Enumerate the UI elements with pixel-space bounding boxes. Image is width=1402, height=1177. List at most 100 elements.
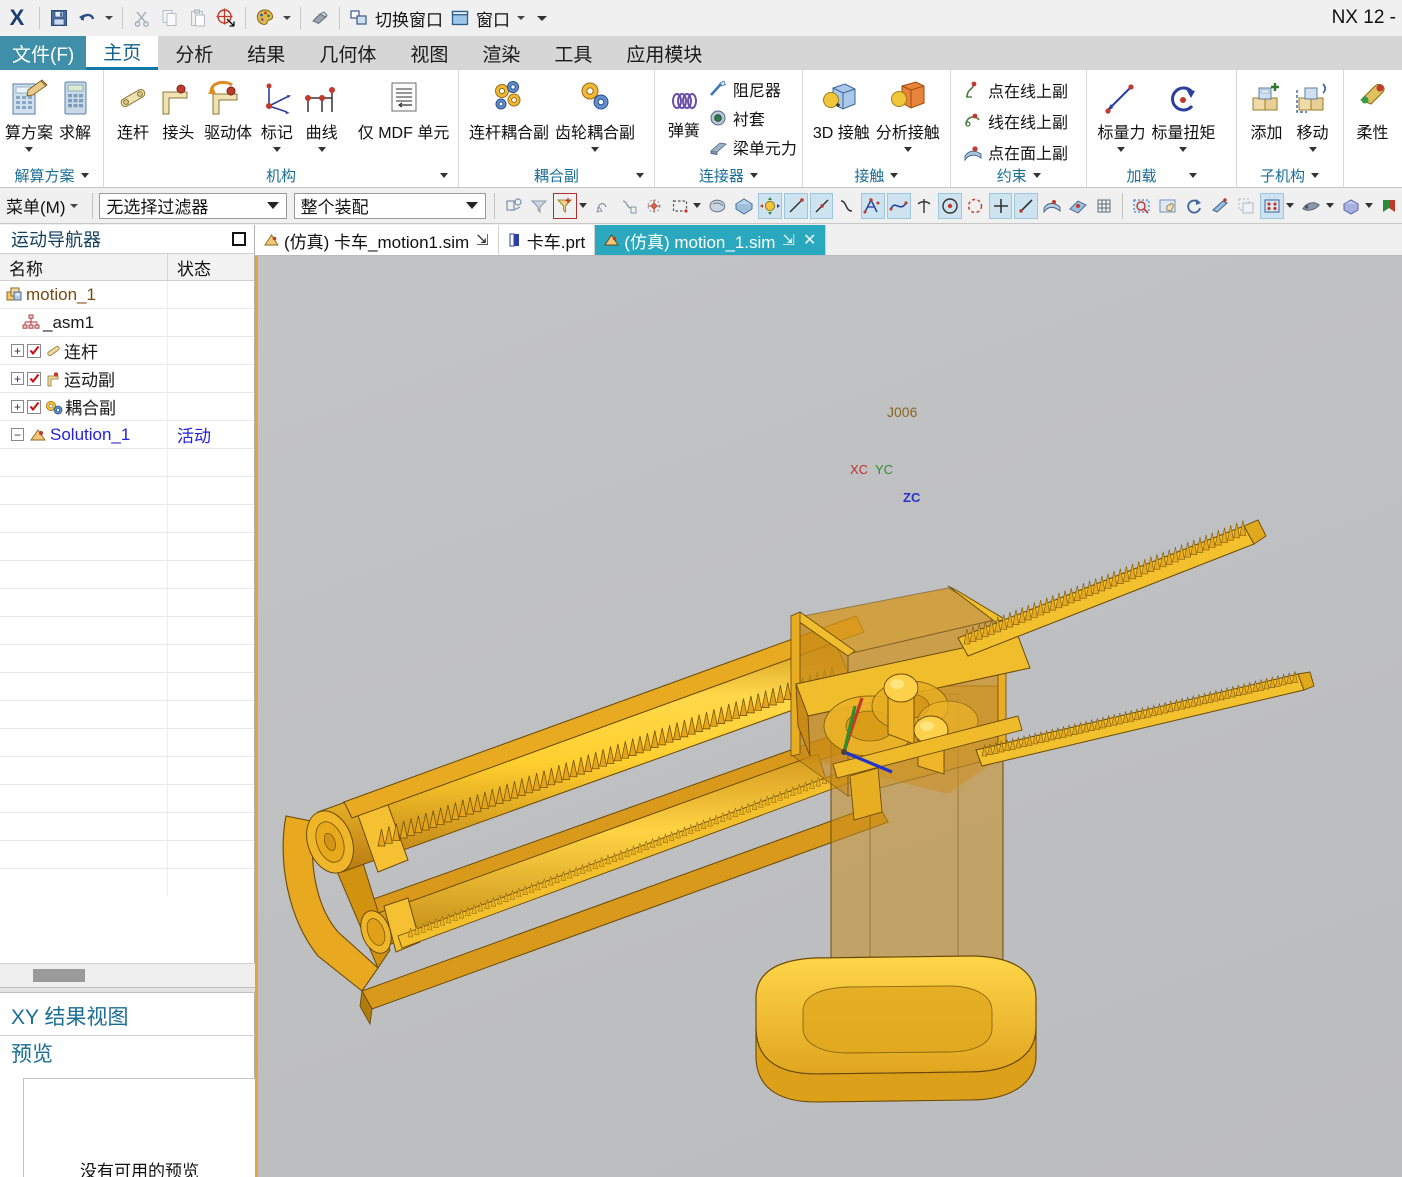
window-icon-btn[interactable] <box>446 3 474 33</box>
column-header-status[interactable]: 状态 <box>168 254 254 280</box>
fit-view-icon[interactable] <box>1208 193 1232 219</box>
chevron-down-icon[interactable] <box>266 202 279 209</box>
spline-snap-icon[interactable] <box>835 193 858 219</box>
render-style-icon[interactable] <box>1299 193 1324 219</box>
chevron-down-icon[interactable] <box>591 147 600 152</box>
save-button[interactable] <box>45 3 73 33</box>
add-submechanism-button[interactable]: 添加 <box>1244 74 1290 143</box>
scalar-torque-button[interactable]: 标量扭矩 <box>1148 74 1218 152</box>
tree-row-couplers[interactable]: + 耦合副 <box>0 392 254 421</box>
view-style-icon[interactable] <box>1259 192 1284 219</box>
grid-snap-icon[interactable] <box>1092 193 1115 219</box>
preview-title[interactable]: 预览 <box>0 1036 255 1072</box>
tab-home[interactable]: 主页 <box>86 36 159 70</box>
spring-button[interactable]: 弹簧 <box>662 74 706 141</box>
curve-snap-icon[interactable] <box>886 192 911 219</box>
curve-button[interactable]: 曲线 <box>299 74 344 152</box>
snap-curve-icon[interactable] <box>617 193 640 219</box>
beam-force-button[interactable]: 梁单元力 <box>708 134 797 159</box>
tab-view[interactable]: 视图 <box>393 36 465 70</box>
midpoint-snap-icon[interactable] <box>989 192 1013 219</box>
rotate-view-icon[interactable] <box>1182 193 1205 219</box>
tab-results[interactable]: 结果 <box>230 36 302 70</box>
checkbox-joints[interactable] <box>27 371 41 386</box>
chevron-down-icon[interactable] <box>272 147 281 152</box>
selection-filter-combo[interactable]: 无选择过滤器 <box>99 192 287 219</box>
chevron-down-icon[interactable] <box>1325 203 1334 208</box>
expander-solution1[interactable]: − <box>11 428 24 441</box>
graphics-viewport[interactable]: J006 XC YC ZC <box>255 256 1402 1177</box>
appearance-button[interactable] <box>251 3 279 33</box>
mdf-unit-button[interactable]: 仅 MDF 单元 <box>356 74 451 143</box>
xy-result-view-title[interactable]: XY 结果视图 <box>0 995 255 1035</box>
copy-button[interactable] <box>156 3 184 33</box>
group-expand-caret-icon[interactable] <box>1032 173 1041 178</box>
undo-dropdown-caret-icon[interactable] <box>105 16 113 20</box>
move-submechanism-button[interactable]: 移动 <box>1290 74 1336 152</box>
filter-face-icon[interactable] <box>528 193 551 219</box>
tab-tools[interactable]: 工具 <box>537 36 609 70</box>
chevron-down-icon[interactable] <box>466 202 479 209</box>
group-expand-caret-icon[interactable] <box>1311 172 1320 178</box>
switch-window-label[interactable]: 切换窗口 <box>373 6 446 31</box>
chevron-down-icon[interactable] <box>1179 147 1188 152</box>
expander-links[interactable]: + <box>11 344 24 357</box>
group-expand-caret-icon[interactable] <box>80 172 89 178</box>
chevron-down-icon[interactable] <box>903 147 912 152</box>
paste-button[interactable] <box>184 3 212 33</box>
arc-center-icon[interactable] <box>964 193 987 219</box>
tab-render[interactable]: 渲染 <box>465 36 537 70</box>
orient-view-icon[interactable] <box>1339 193 1363 219</box>
zoom-window-icon[interactable] <box>1130 193 1154 219</box>
tab-analysis[interactable]: 分析 <box>158 36 230 70</box>
link-button[interactable]: 连杆 <box>111 74 155 143</box>
tree-row-joints[interactable]: + 运动副 <box>0 364 254 393</box>
chevron-down-icon[interactable] <box>25 147 33 152</box>
tree-row-solution1[interactable]: − Solution_1 活动 <box>0 420 254 449</box>
chevron-down-icon[interactable] <box>693 203 702 208</box>
marker-button[interactable]: 标记 <box>254 74 299 152</box>
pan-view-icon[interactable] <box>1156 193 1180 219</box>
window-dropdown-caret-icon[interactable] <box>517 16 525 20</box>
scrollbar-thumb[interactable] <box>33 969 85 982</box>
tangent-snap-icon[interactable] <box>1014 192 1038 219</box>
snap-point-icon[interactable] <box>592 193 615 219</box>
line-snap-icon[interactable] <box>784 192 808 219</box>
face-snap-icon[interactable] <box>1040 193 1064 219</box>
chevron-down-icon[interactable] <box>578 203 587 208</box>
cut-button[interactable] <box>128 3 156 33</box>
driver-button[interactable]: 驱动体 <box>202 74 255 143</box>
undo-button[interactable] <box>73 3 101 33</box>
tree-row-links[interactable]: + 连杆 <box>0 336 254 365</box>
expander-joints[interactable]: + <box>11 372 24 385</box>
chevron-down-icon[interactable] <box>1117 147 1126 152</box>
center-snap-icon[interactable] <box>938 192 962 219</box>
tree-row-asm1[interactable]: _asm1 <box>0 308 254 337</box>
link-coupler-button[interactable]: 连杆耦合副 <box>466 74 552 143</box>
analysis-contact-button[interactable]: 分析接触 <box>873 74 943 152</box>
move-object-button[interactable] <box>212 3 240 33</box>
window-label[interactable]: 窗口 <box>474 6 513 31</box>
scalar-force-button[interactable]: 标量力 <box>1094 74 1148 152</box>
motion-object-icon[interactable] <box>758 192 783 219</box>
solve-button[interactable]: 求解 <box>53 74 97 143</box>
selection-scope-combo[interactable]: 整个装配 <box>293 192 487 219</box>
group-expand-caret-icon[interactable] <box>749 172 758 178</box>
solution-button[interactable]: 算方案 <box>5 74 53 152</box>
damper-button[interactable]: 阻尼器 <box>708 76 797 101</box>
column-header-name[interactable]: 名称 <box>0 254 168 280</box>
appearance-dropdown-caret-icon[interactable] <box>283 16 291 20</box>
gear-coupler-button[interactable]: 齿轮耦合副 <box>552 74 638 152</box>
select-feature-icon[interactable] <box>643 193 666 219</box>
rectangle-select-icon[interactable] <box>668 193 691 219</box>
chevron-down-icon[interactable] <box>1308 147 1317 152</box>
file-tab-motion1-sim[interactable]: (仿真) motion_1.sim ⇲ ✕ <box>595 225 827 255</box>
chevron-down-icon[interactable] <box>1285 203 1294 208</box>
solid-body-icon[interactable] <box>706 193 730 219</box>
tab-geometry[interactable]: 几何体 <box>302 36 393 70</box>
point-on-surface-button[interactable]: 点在面上副 <box>963 139 1068 164</box>
expander-couplers[interactable]: + <box>11 400 24 413</box>
group-expand-caret-icon[interactable] <box>1188 172 1197 178</box>
group-expand-caret-icon[interactable] <box>440 172 448 178</box>
tree-row-motion1[interactable]: motion_1 <box>0 281 254 309</box>
